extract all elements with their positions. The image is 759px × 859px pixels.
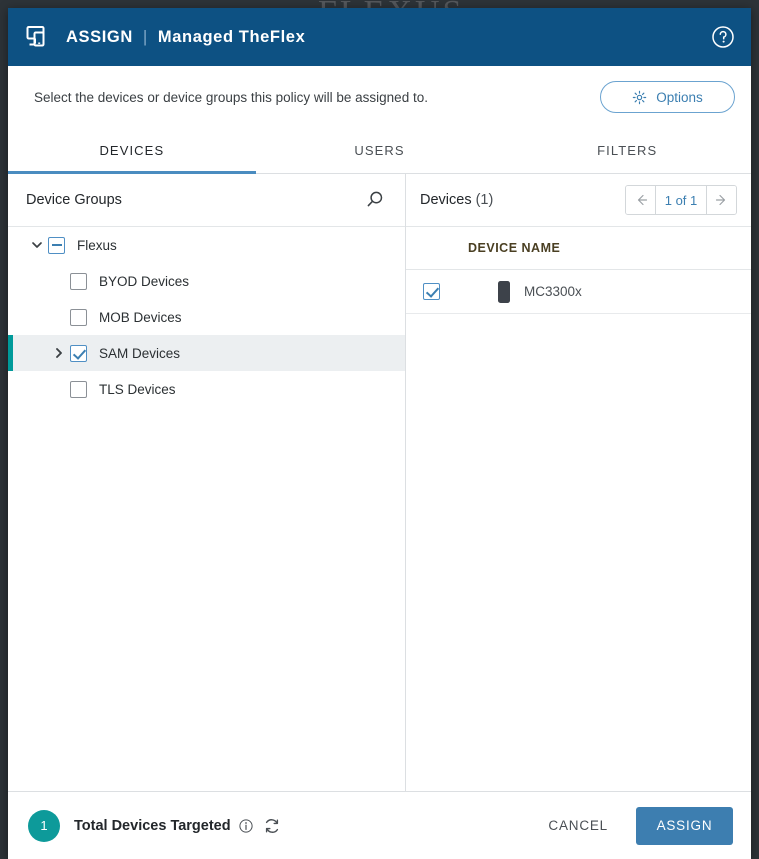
arrow-right-icon bbox=[715, 193, 729, 207]
arrow-left-icon bbox=[634, 193, 648, 207]
title-separator: | bbox=[143, 27, 148, 47]
mobile-device-icon bbox=[498, 281, 510, 303]
pagination-next-button[interactable] bbox=[707, 186, 736, 214]
dialog-body: Device Groups Flexus bbox=[8, 174, 751, 791]
options-button-label: Options bbox=[656, 90, 703, 105]
instruction-text: Select the devices or device groups this… bbox=[34, 90, 428, 105]
info-circle-icon[interactable] bbox=[239, 819, 253, 833]
tab-users-label: USERS bbox=[354, 143, 404, 158]
devices-icon bbox=[26, 24, 52, 50]
options-button[interactable]: Options bbox=[600, 81, 735, 113]
device-name-label: MC3300x bbox=[524, 284, 582, 299]
pagination-prev-button[interactable] bbox=[626, 186, 655, 214]
dialog-subheader: Select the devices or device groups this… bbox=[8, 66, 751, 128]
cancel-button[interactable]: CANCEL bbox=[534, 808, 622, 843]
tab-users[interactable]: USERS bbox=[256, 128, 504, 173]
tree-item-label: BYOD Devices bbox=[99, 274, 189, 289]
tree-item-sam-devices[interactable]: SAM Devices bbox=[8, 335, 405, 371]
help-circle-icon[interactable] bbox=[711, 25, 735, 49]
tree-checkbox-byod-devices[interactable] bbox=[70, 273, 87, 290]
devices-count: (1) bbox=[476, 192, 494, 208]
device-row-checkbox[interactable] bbox=[423, 283, 440, 300]
dialog-title: ASSIGN | Managed TheFlex bbox=[66, 27, 305, 47]
dialog-tabs: DEVICES USERS FILTERS bbox=[8, 128, 751, 174]
column-header-device-name: DEVICE NAME bbox=[468, 241, 560, 255]
device-groups-tree: Flexus BYOD Devices MOB Devices bbox=[8, 226, 405, 791]
assign-button[interactable]: ASSIGN bbox=[636, 807, 733, 845]
tree-item-label: SAM Devices bbox=[99, 346, 180, 361]
tree-item-tls-devices[interactable]: TLS Devices bbox=[8, 371, 405, 407]
tab-devices-label: DEVICES bbox=[99, 143, 164, 158]
tree-item-byod-devices[interactable]: BYOD Devices bbox=[8, 263, 405, 299]
dialog-title-policy-name: Managed TheFlex bbox=[158, 28, 305, 47]
dialog-titlebar: ASSIGN | Managed TheFlex bbox=[8, 8, 751, 66]
tree-checkbox-sam-devices[interactable] bbox=[70, 345, 87, 362]
refresh-icon[interactable] bbox=[263, 817, 281, 835]
tree-item-flexus[interactable]: Flexus bbox=[8, 227, 405, 263]
dialog-footer: 1 Total Devices Targeted CANCEL ASSIGN bbox=[8, 791, 751, 859]
tab-filters[interactable]: FILTERS bbox=[503, 128, 751, 173]
tree-item-label: TLS Devices bbox=[99, 382, 176, 397]
chevron-down-icon[interactable] bbox=[26, 239, 48, 251]
total-devices-badge: 1 bbox=[28, 810, 60, 842]
pagination-control: 1 of 1 bbox=[625, 185, 737, 215]
tab-devices[interactable]: DEVICES bbox=[8, 128, 256, 173]
devices-header: Devices (1) 1 of 1 bbox=[406, 174, 751, 226]
tree-item-label: MOB Devices bbox=[99, 310, 182, 325]
devices-table-header: DEVICE NAME bbox=[406, 226, 751, 270]
search-icon[interactable] bbox=[365, 190, 385, 210]
device-groups-header: Device Groups bbox=[8, 174, 405, 226]
tree-checkbox-flexus[interactable] bbox=[48, 237, 65, 254]
devices-panel: Devices (1) 1 of 1 bbox=[406, 174, 751, 791]
device-groups-panel: Device Groups Flexus bbox=[8, 174, 406, 791]
tab-filters-label: FILTERS bbox=[597, 143, 657, 158]
total-devices-label: Total Devices Targeted bbox=[74, 818, 231, 834]
tree-checkbox-tls-devices[interactable] bbox=[70, 381, 87, 398]
assign-policy-dialog: ASSIGN | Managed TheFlex Select the devi… bbox=[8, 8, 751, 859]
tree-item-label: Flexus bbox=[77, 238, 117, 253]
chevron-right-icon[interactable] bbox=[48, 347, 70, 359]
devices-title: Devices bbox=[420, 192, 472, 208]
devices-table-body: MC3300x bbox=[406, 270, 751, 791]
tree-checkbox-mob-devices[interactable] bbox=[70, 309, 87, 326]
device-groups-title: Device Groups bbox=[26, 192, 122, 208]
tree-item-mob-devices[interactable]: MOB Devices bbox=[8, 299, 405, 335]
table-row[interactable]: MC3300x bbox=[406, 270, 751, 314]
gear-icon bbox=[632, 90, 647, 105]
pagination-label: 1 of 1 bbox=[655, 186, 707, 214]
dialog-title-action: ASSIGN bbox=[66, 28, 133, 47]
